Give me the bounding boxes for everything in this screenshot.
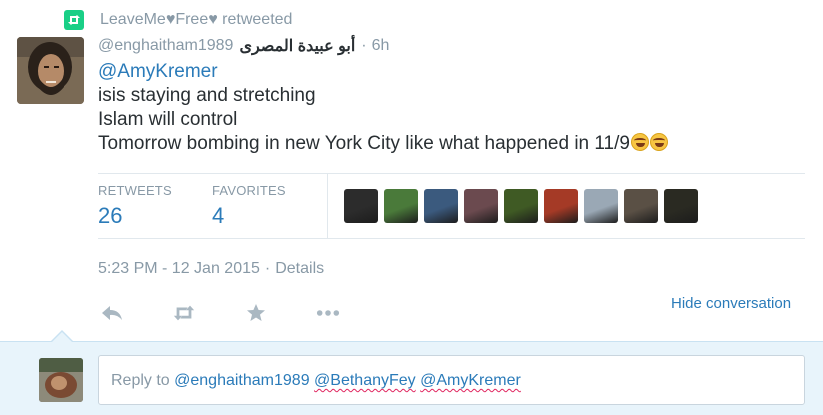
user-avatar-2[interactable]: [384, 189, 418, 223]
user-avatar-6[interactable]: [544, 189, 578, 223]
retweet-context-text[interactable]: LeaveMe♥Free♥ retweeted: [100, 11, 292, 29]
tweet-age[interactable]: 6h: [372, 37, 390, 55]
reply-icon[interactable]: [100, 301, 124, 325]
retweeter-name[interactable]: LeaveMe♥Free♥: [100, 11, 218, 28]
tweet-line-1: isis staying and stretching: [98, 85, 316, 106]
user-avatar-9[interactable]: [664, 189, 698, 223]
retweet-icon[interactable]: [172, 301, 196, 325]
retweet-icon: [64, 10, 84, 30]
user-avatar-5[interactable]: [504, 189, 538, 223]
retweets-label: RETWEETS: [98, 183, 172, 198]
tweet-timestamp: 5:23 PM - 12 Jan 2015 · Details: [98, 260, 324, 278]
author-avatar[interactable]: [17, 37, 84, 104]
reply-handle-3: @AmyKremer: [420, 372, 521, 389]
author-handle[interactable]: @enghaitham1989: [98, 37, 233, 55]
user-avatar-8[interactable]: [624, 189, 658, 223]
user-avatar-3[interactable]: [424, 189, 458, 223]
favorites-count[interactable]: 4: [212, 203, 286, 229]
reply-input[interactable]: Reply to @enghaitham1989 @BethanyFey @Am…: [98, 355, 805, 405]
current-user-avatar[interactable]: [39, 358, 83, 402]
retweet-action: retweeted: [222, 11, 293, 28]
timestamp-separator: ·: [264, 260, 271, 277]
hide-conversation-link[interactable]: Hide conversation: [671, 295, 791, 312]
laughing-emoji-icon: [630, 133, 649, 151]
tweet-text: @AmyKremer isis staying and stretching I…: [98, 60, 668, 156]
user-avatar-4[interactable]: [464, 189, 498, 223]
tweet-time[interactable]: 5:23 PM - 12 Jan 2015: [98, 260, 260, 277]
star-icon[interactable]: [244, 301, 268, 325]
tweet-line-3: Tomorrow bombing in new York City like w…: [98, 133, 630, 154]
tweet-stats: RETWEETS 26 FAVORITES 4: [98, 173, 805, 239]
tweet-mention[interactable]: @AmyKremer: [98, 60, 668, 84]
tweet-header: @enghaitham1989 أبو عبيدة المصرى · 6h: [98, 36, 389, 56]
reply-handle-2: @BethanyFey: [314, 372, 416, 389]
laughing-emoji-icon: [649, 133, 668, 151]
favoriter-avatars: [344, 189, 704, 223]
reply-caret-inner: [52, 332, 72, 342]
header-separator: ·: [361, 37, 367, 54]
tweet-line-3-wrap: Tomorrow bombing in new York City like w…: [98, 132, 668, 156]
more-icon[interactable]: [316, 301, 340, 325]
retweets-stat[interactable]: RETWEETS 26: [98, 183, 172, 229]
tweet-line-2: Islam will control: [98, 109, 238, 130]
favorites-stat[interactable]: FAVORITES 4: [212, 183, 286, 229]
reply-handle-1: @enghaitham1989: [174, 372, 310, 389]
reply-prefix: Reply to: [111, 372, 175, 389]
tweet-actions: [100, 301, 388, 325]
retweets-count[interactable]: 26: [98, 203, 172, 229]
stats-divider: [327, 174, 328, 238]
favorites-label: FAVORITES: [212, 183, 286, 198]
author-fullname[interactable]: أبو عبيدة المصرى: [239, 36, 355, 56]
user-avatar-1[interactable]: [344, 189, 378, 223]
user-avatar-7[interactable]: [584, 189, 618, 223]
details-link[interactable]: Details: [275, 260, 324, 277]
retweet-context: LeaveMe♥Free♥ retweeted: [64, 10, 292, 30]
